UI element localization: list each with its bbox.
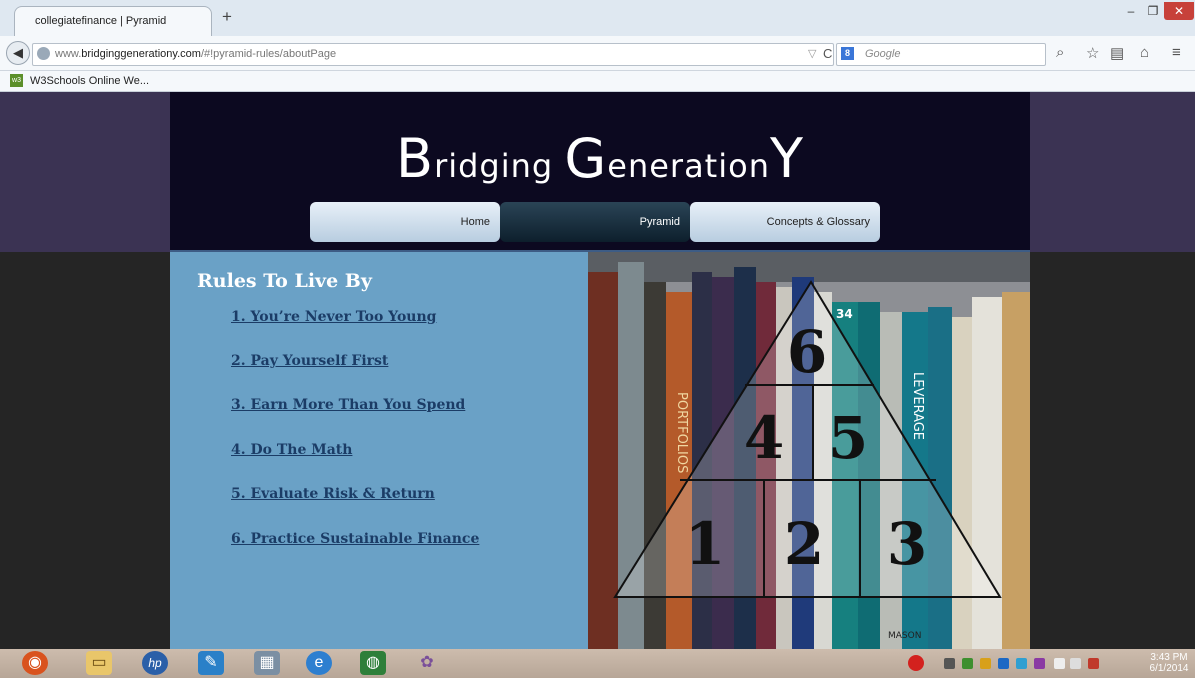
search-bar[interactable]: 8 Google <box>836 43 1046 66</box>
book-label-leverage: LEVERAGE <box>910 372 925 440</box>
volume-icon[interactable] <box>1088 658 1099 669</box>
clock-time: 3:43 PM <box>1150 652 1188 663</box>
tool-icon[interactable]: ✎ <box>198 651 224 675</box>
restore-button[interactable]: ❐ <box>1142 2 1164 20</box>
pyramid-number-5[interactable]: 5 <box>828 404 868 472</box>
network-app-icon[interactable]: ◍ <box>360 651 386 675</box>
paint-icon[interactable]: ✿ <box>414 651 440 675</box>
rule-link-6[interactable]: 6. Practice Sustainable Finance <box>231 531 479 547</box>
rule-link-1[interactable]: 1. You’re Never Too Young <box>231 309 436 325</box>
w3schools-icon: w3 <box>10 74 23 87</box>
new-tab-button[interactable]: + <box>222 7 232 27</box>
menu-icon[interactable]: ≡ <box>1172 44 1181 61</box>
search-magnifier-icon[interactable]: ⌕ <box>1056 44 1064 61</box>
internet-explorer-icon[interactable]: e <box>306 651 332 675</box>
bookmarks-menu-icon[interactable]: ▤ <box>1110 44 1124 62</box>
rule-link-5[interactable]: 5. Evaluate Risk & Return <box>231 486 435 502</box>
file-explorer-icon[interactable]: ▭ <box>86 651 112 675</box>
site-nav: Home Pyramid Concepts & Glossary <box>310 202 880 242</box>
bookmark-star-icon[interactable]: ☆ <box>1086 44 1099 62</box>
bookmark-w3schools[interactable]: W3Schools Online We... <box>30 75 149 87</box>
signal-icon[interactable] <box>1070 658 1081 669</box>
tray-icon-1[interactable] <box>944 658 955 669</box>
browser-tab[interactable]: collegiatefinance | Pyramid <box>14 6 212 37</box>
book-label-mason: MASON <box>888 631 921 641</box>
pyramid-number-4[interactable]: 4 <box>744 404 784 472</box>
book-label-34: 34 <box>836 307 853 321</box>
pyramid-number-1[interactable]: 1 <box>685 510 725 578</box>
search-placeholder: Google <box>865 48 901 60</box>
battery-icon[interactable] <box>1054 658 1065 669</box>
nav-pyramid[interactable]: Pyramid <box>500 202 690 242</box>
close-window-button[interactable]: ✕ <box>1164 2 1194 20</box>
calculator-icon[interactable]: ▦ <box>254 651 280 675</box>
bookmarks-bar: w3 W3Schools Online We... <box>0 71 1195 92</box>
page-side-left <box>0 92 170 252</box>
rule-link-2[interactable]: 2. Pay Yourself First <box>231 353 388 369</box>
back-arrow-icon: ◀ <box>13 45 23 60</box>
site-header: Bridging GenerationY Home Pyramid Concep… <box>170 92 1030 250</box>
rules-panel: Rules To Live By 1. You’re Never Too You… <box>170 252 588 649</box>
page-side-right <box>1030 92 1195 252</box>
navigation-toolbar: ◀ www.bridginggenerationy.com/#!pyramid-… <box>0 36 1195 71</box>
site-title: Bridging GenerationY <box>396 127 804 190</box>
nav-home[interactable]: Home <box>310 202 500 242</box>
address-bar[interactable]: www.bridginggenerationy.com/#!pyramid-ru… <box>32 43 834 66</box>
rule-link-4[interactable]: 4. Do The Math <box>231 442 352 458</box>
system-clock[interactable]: 3:43 PM 6/1/2014 <box>1146 652 1192 674</box>
address-url: www.bridginggenerationy.com/#!pyramid-ru… <box>55 48 337 60</box>
firefox-icon[interactable]: ◉ <box>22 651 48 675</box>
nav-concepts-glossary[interactable]: Concepts & Glossary <box>690 202 880 242</box>
web-page: Bridging GenerationY Home Pyramid Concep… <box>0 92 1195 649</box>
pyramid-image: PORTFOLIOS LEVERAGE 34 MASON 1 2 3 4 5 6 <box>588 252 1030 649</box>
pyramid-number-2[interactable]: 2 <box>784 510 824 578</box>
tray-icon-4[interactable] <box>1016 658 1027 669</box>
rule-link-3[interactable]: 3. Earn More Than You Spend <box>231 397 465 413</box>
dropdown-icon[interactable]: ▽ <box>808 47 816 60</box>
alert-tray-icon[interactable] <box>908 655 924 671</box>
dropbox-icon[interactable] <box>998 658 1009 669</box>
tray-icon-2[interactable] <box>962 658 973 669</box>
onenote-icon[interactable] <box>1034 658 1045 669</box>
home-icon[interactable]: ⌂ <box>1140 44 1149 61</box>
hp-icon[interactable]: hp <box>142 651 168 675</box>
tab-title: collegiatefinance | Pyramid <box>35 15 167 27</box>
globe-icon <box>37 47 50 60</box>
pyramid-graphic: PORTFOLIOS LEVERAGE 34 MASON 1 2 3 4 5 6 <box>588 252 1030 649</box>
rules-heading: Rules To Live By <box>197 270 372 292</box>
clock-date: 6/1/2014 <box>1149 663 1189 674</box>
minimize-button[interactable]: – <box>1120 2 1142 20</box>
pyramid-number-3[interactable]: 3 <box>887 510 927 578</box>
back-button[interactable]: ◀ <box>6 41 30 65</box>
browser-titlebar: collegiatefinance | Pyramid + – ❐ ✕ <box>0 0 1195 37</box>
tray-icon-3[interactable] <box>980 658 991 669</box>
search-engine-icon[interactable]: 8 <box>841 47 854 60</box>
reload-icon[interactable]: C <box>823 46 832 61</box>
book-label-portfolios: PORTFOLIOS <box>674 392 689 473</box>
pyramid-number-6[interactable]: 6 <box>787 318 827 386</box>
windows-taskbar: ◉ ▭ hp ✎ ▦ e ◍ ✿ 3:43 PM 6/1/2014 <box>0 649 1195 678</box>
